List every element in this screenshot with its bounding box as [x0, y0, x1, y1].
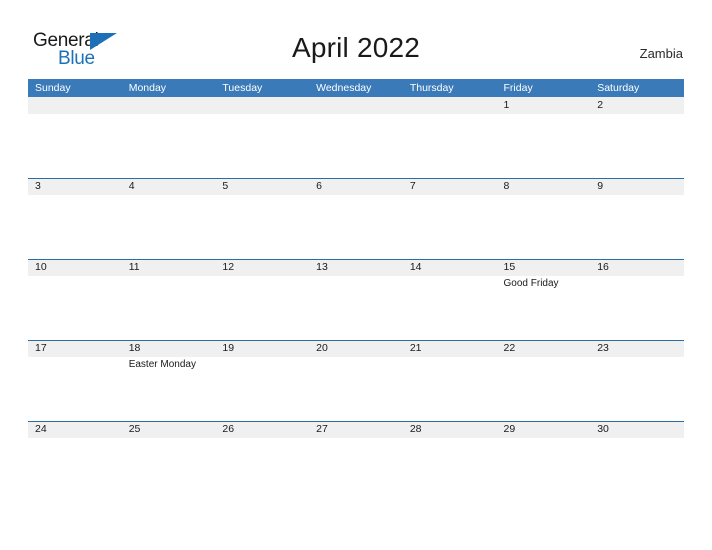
weekday-wednesday: Wednesday [316, 82, 372, 94]
day-number: 28 [409, 423, 422, 435]
day-cell[interactable]: 4 [122, 178, 216, 259]
day-cell[interactable] [403, 97, 497, 178]
day-cell[interactable] [122, 97, 216, 178]
day-number: 5 [222, 180, 229, 192]
day-cell[interactable]: 6 [309, 178, 403, 259]
day-cell[interactable]: 30 [590, 421, 684, 502]
day-cell[interactable]: 20 [309, 340, 403, 421]
day-number: 7 [409, 180, 416, 192]
day-number: 19 [222, 342, 235, 354]
day-cell[interactable] [309, 97, 403, 178]
day-cell[interactable]: 3 [28, 178, 122, 259]
day-cell[interactable]: 22 [497, 340, 591, 421]
weekday-sunday: Sunday [35, 82, 71, 94]
day-cell[interactable]: 21 [403, 340, 497, 421]
day-number: 29 [503, 423, 516, 435]
weekday-saturday: Saturday [597, 82, 640, 94]
day-number: 8 [503, 180, 510, 192]
calendar-week-row: 17 18 Easter Monday 19 20 21 22 23 [28, 340, 684, 421]
day-number: 30 [597, 423, 609, 435]
day-number: 26 [222, 423, 235, 435]
calendar-grid: Sunday Monday Tuesday Wednesday Thursday… [28, 79, 684, 502]
day-cell[interactable]: 14 [403, 259, 497, 340]
day-cell[interactable]: 15 Good Friday [497, 259, 591, 340]
day-number: 2 [597, 99, 604, 111]
calendar-week-row: 24 25 26 27 28 29 30 [28, 421, 684, 502]
day-number: 25 [128, 423, 141, 435]
day-number: 9 [597, 180, 604, 192]
day-number: 14 [409, 261, 422, 273]
day-number: 27 [316, 423, 328, 435]
day-number: 23 [597, 342, 609, 354]
day-cell[interactable]: 5 [215, 178, 309, 259]
day-cell[interactable]: 16 [590, 259, 684, 340]
day-cell[interactable]: 26 [215, 421, 309, 502]
day-cell[interactable]: 28 [403, 421, 497, 502]
calendar-week-row: 1 2 [28, 97, 684, 178]
day-cell[interactable]: 27 [309, 421, 403, 502]
day-number: 6 [316, 180, 322, 192]
day-number: 12 [222, 261, 235, 273]
day-number: 17 [35, 342, 47, 354]
country-label: Zambia [639, 46, 683, 61]
day-number: 22 [503, 342, 516, 354]
weekday-monday: Monday [128, 82, 167, 94]
day-cell[interactable] [215, 97, 309, 178]
day-cell[interactable]: 18 Easter Monday [122, 340, 216, 421]
day-number: 24 [35, 423, 47, 435]
day-cell[interactable]: 2 [590, 97, 684, 178]
day-number: 10 [35, 261, 47, 273]
day-cell[interactable]: 9 [590, 178, 684, 259]
day-cell[interactable] [28, 97, 122, 178]
day-cell[interactable]: 7 [403, 178, 497, 259]
day-number: 3 [35, 180, 41, 192]
weekday-header-row: Sunday Monday Tuesday Wednesday Thursday… [28, 79, 684, 97]
day-number: 16 [597, 261, 609, 273]
weekday-friday: Friday [503, 82, 533, 94]
day-number: 20 [316, 342, 328, 354]
calendar-week-row: 3 4 5 6 7 8 9 [28, 178, 684, 259]
day-number: 13 [316, 261, 328, 273]
day-number: 15 [503, 261, 516, 273]
calendar-week-row: 10 11 12 13 14 15 Good Friday 16 [28, 259, 684, 340]
day-cell[interactable]: 10 [28, 259, 122, 340]
weekday-tuesday: Tuesday [222, 82, 263, 94]
page-header: General Blue April 2022 Zambia [0, 0, 712, 76]
weekday-thursday: Thursday [409, 82, 454, 94]
day-number: 4 [128, 180, 135, 192]
day-cell[interactable]: 17 [28, 340, 122, 421]
day-event: Good Friday [503, 278, 559, 289]
day-number: 21 [409, 342, 422, 354]
day-cell[interactable]: 13 [309, 259, 403, 340]
day-cell[interactable]: 23 [590, 340, 684, 421]
day-number: 1 [503, 99, 510, 111]
day-number: 11 [128, 261, 140, 273]
day-cell[interactable]: 8 [497, 178, 591, 259]
day-cell[interactable]: 29 [497, 421, 591, 502]
day-cell[interactable]: 1 [497, 97, 591, 178]
day-cell[interactable]: 25 [122, 421, 216, 502]
day-cell[interactable]: 19 [215, 340, 309, 421]
day-cell[interactable]: 24 [28, 421, 122, 502]
calendar-page: General Blue April 2022 Zambia Sunday Mo… [0, 0, 712, 550]
day-event: Easter Monday [128, 359, 196, 370]
page-title: April 2022 [291, 32, 421, 63]
day-cell[interactable]: 11 [122, 259, 216, 340]
day-cell[interactable]: 12 [215, 259, 309, 340]
day-number: 18 [128, 342, 141, 354]
